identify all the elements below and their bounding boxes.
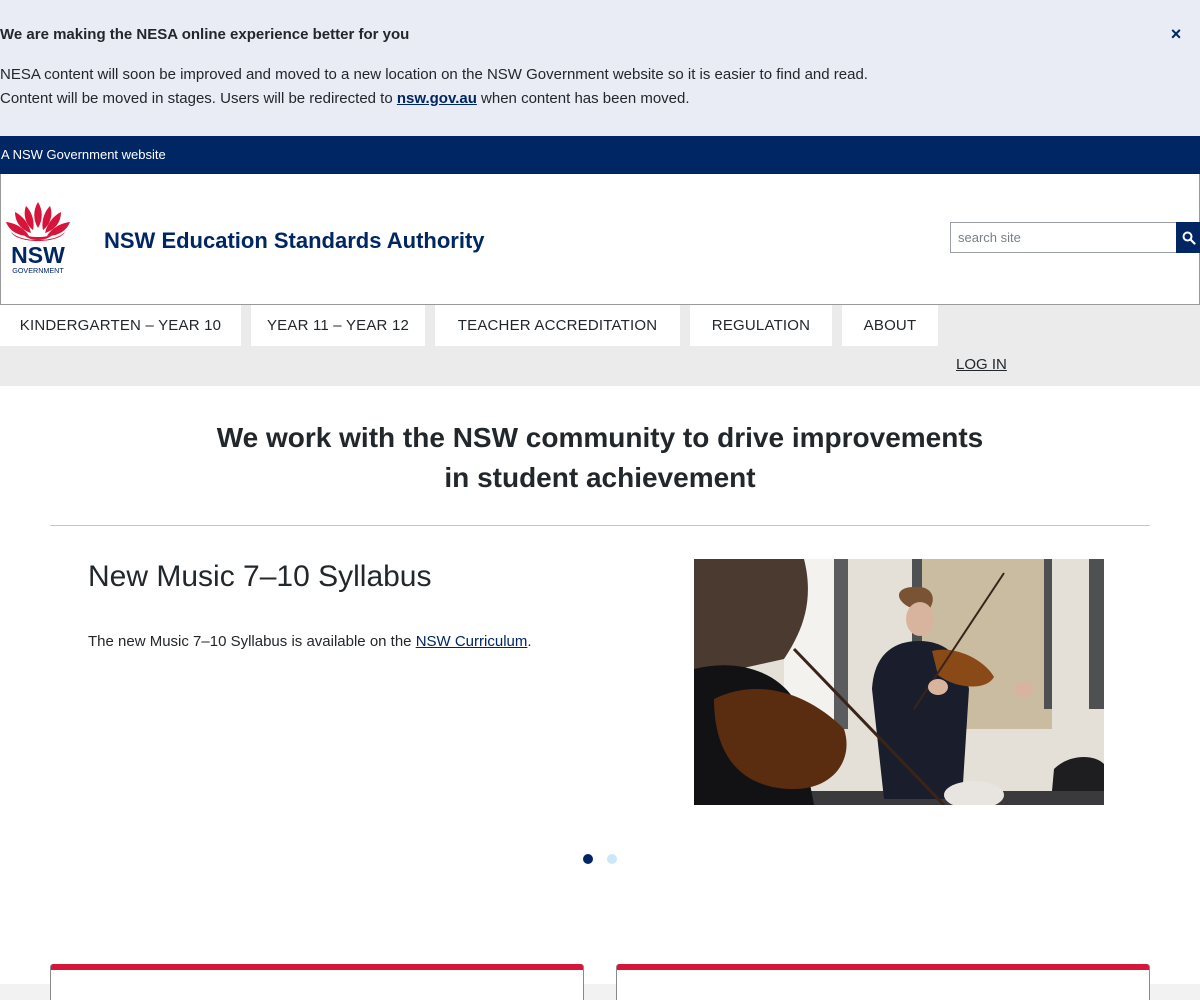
notice-text-line-1: NESA content will soon be improved and m… (0, 66, 868, 83)
notice-title: We are making the NESA online experience… (0, 26, 410, 43)
site-title[interactable]: NSW Education Standards Authority (104, 228, 485, 254)
violin-students-image (694, 559, 1104, 805)
search-icon (1182, 231, 1196, 245)
carousel-dot-2[interactable] (607, 854, 617, 864)
hero-heading: We work with the NSW community to drive … (150, 418, 1050, 498)
nsw-government-logo[interactable]: NSW GOVERNMENT (3, 200, 73, 278)
feature-card[interactable] (50, 964, 584, 1000)
nav-item-about[interactable]: ABOUT (842, 305, 938, 346)
logo-government-text: GOVERNMENT (12, 266, 64, 275)
hero-heading-line-1: We work with the NSW community to drive … (216, 422, 984, 453)
nav-item-regulation[interactable]: REGULATION (690, 305, 832, 346)
nav-item-teacher-accreditation[interactable]: TEACHER ACCREDITATION (435, 305, 680, 346)
feature-card[interactable] (616, 964, 1150, 1000)
government-bar-text: A NSW Government website (1, 147, 166, 162)
slide-text-before: The new Music 7–10 Syllabus is available… (88, 633, 416, 650)
carousel-dot-1[interactable] (583, 854, 593, 864)
slide-text: The new Music 7–10 Syllabus is available… (88, 633, 532, 650)
notice-text-before: Content will be moved in stages. Users w… (0, 90, 397, 107)
nav-item-year-11-year-12[interactable]: YEAR 11 – YEAR 12 (251, 305, 425, 346)
notice-banner: We are making the NESA online experience… (0, 0, 1200, 136)
card-accent-bar (617, 964, 1149, 970)
slide-image (694, 559, 1104, 805)
search-input[interactable] (950, 222, 1177, 253)
slide-text-after: . (527, 633, 532, 650)
notice-text-after: when content has been moved. (476, 90, 690, 107)
waratah-icon: NSW GOVERNMENT (6, 202, 70, 275)
notice-text-line-2: Content will be moved in stages. Users w… (0, 90, 690, 107)
site-header: NSW GOVERNMENT NSW Education Standards A… (0, 174, 1200, 305)
card-accent-bar (51, 964, 583, 970)
slide-title: New Music 7–10 Syllabus (88, 560, 432, 593)
government-bar: A NSW Government website (0, 136, 1200, 174)
nsw-gov-link[interactable]: nsw.gov.au (397, 90, 477, 107)
login-link[interactable]: LOG IN (956, 356, 1007, 373)
close-icon[interactable]: × (1166, 24, 1186, 44)
nsw-curriculum-link[interactable]: NSW Curriculum (416, 633, 528, 650)
hero-heading-line-2: in student achievement (444, 462, 756, 493)
section-divider (50, 525, 1150, 526)
search-button[interactable] (1176, 222, 1200, 253)
nav-item-kindergarten-year-10[interactable]: KINDERGARTEN – YEAR 10 (0, 305, 241, 346)
logo-nsw-text: NSW (11, 242, 65, 268)
